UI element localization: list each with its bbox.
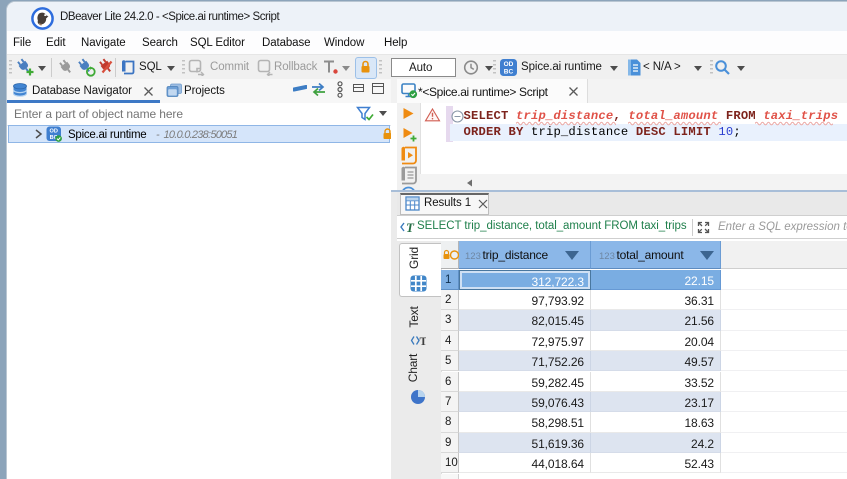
svg-text:T: T [420, 336, 427, 348]
svg-text:OD: OD [50, 129, 58, 135]
svg-text:T: T [406, 220, 415, 235]
svg-text:BC: BC [504, 69, 514, 76]
svg-text:OD: OD [504, 61, 514, 68]
